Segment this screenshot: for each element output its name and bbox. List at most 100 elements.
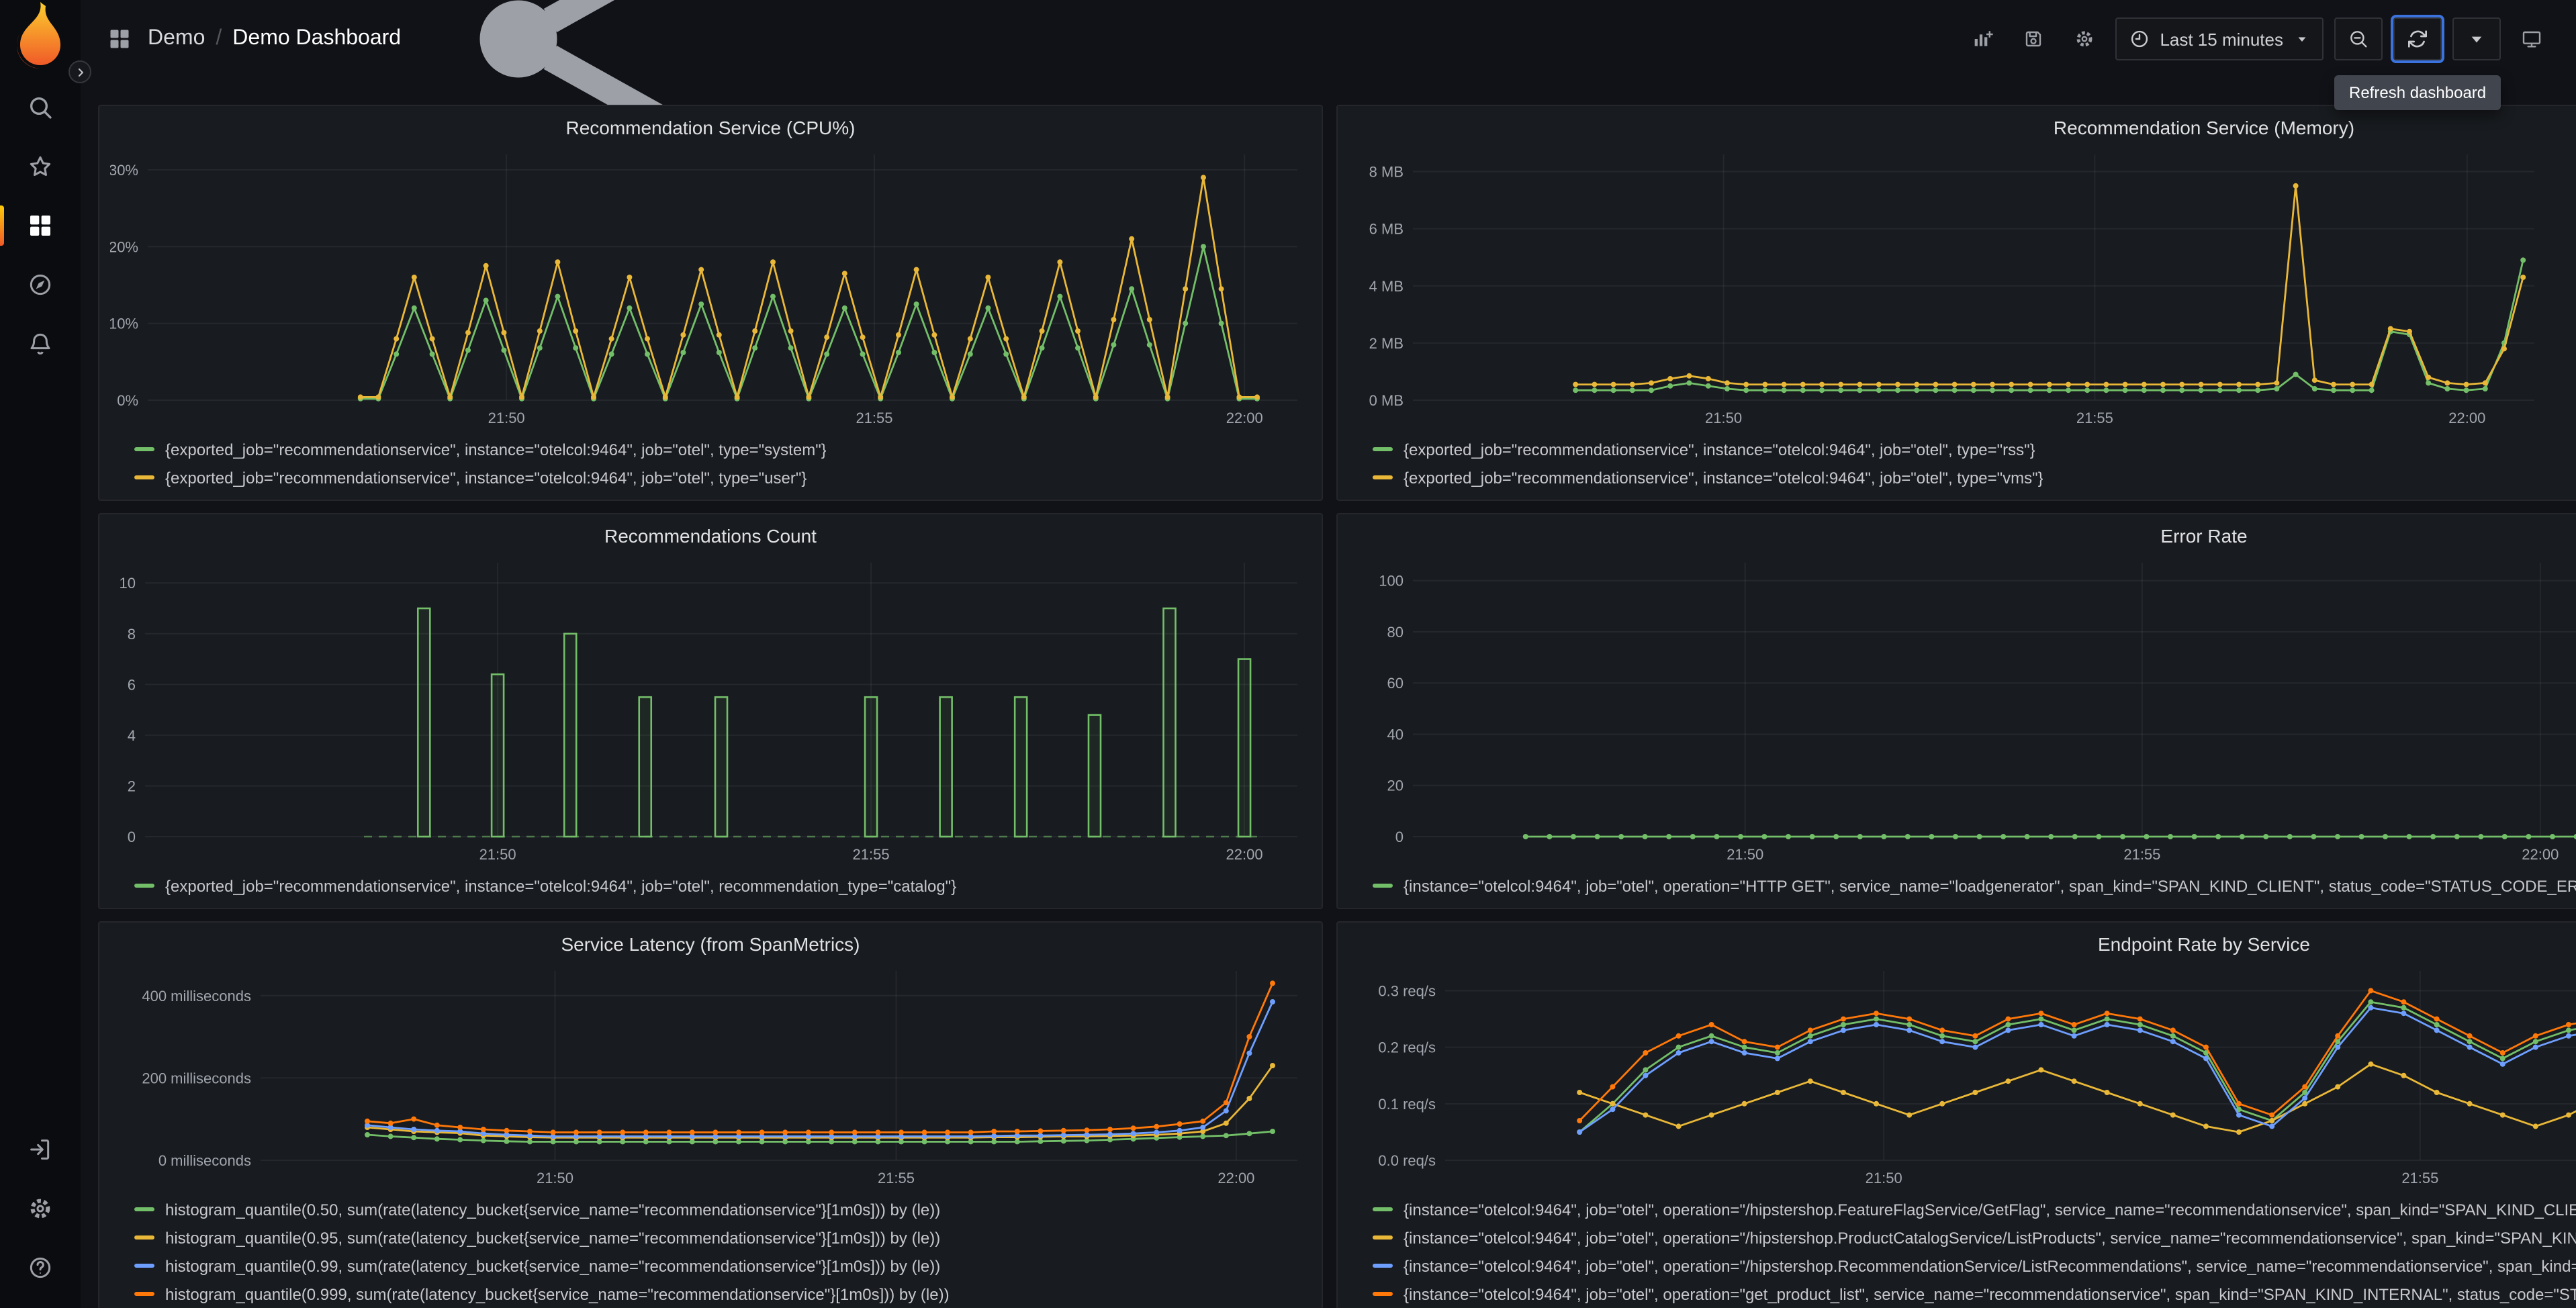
legend-item[interactable]: histogram_quantile(0.999, sum(rate(laten… [134, 1280, 1311, 1308]
chart-recommendation-memory[interactable]: 21:50 21:55 22:00 0 MB 2 MB 4 MB 6 MB 8 MB [1348, 144, 2576, 432]
sidebar-item-alerting[interactable] [0, 314, 81, 373]
chart-endpoint-rate[interactable]: 21:5021:5522:000.0 req/s0.1 req/s0.2 req… [1348, 960, 2576, 1193]
legend-item[interactable]: {instance="otelcol:9464", job="otel", op… [1373, 1195, 2576, 1223]
panel-legend: {exported_job="recommendationservice", i… [110, 432, 1311, 494]
svg-text:21:55: 21:55 [2123, 846, 2160, 863]
chart-service-latency[interactable]: 21:50 21:55 22:00 0 milliseconds 200 millise… [110, 960, 1311, 1193]
apps-icon[interactable] [107, 27, 132, 51]
sidebar-item-help[interactable] [0, 1238, 81, 1297]
search-minus-icon [2348, 28, 2369, 50]
svg-text:21:55: 21:55 [856, 410, 892, 426]
svg-text:0 milliseconds: 0 milliseconds [158, 1152, 251, 1169]
sidebar-item-starred[interactable] [0, 137, 81, 196]
panel-title[interactable]: Recommendations Count [110, 520, 1311, 552]
chart-svg: 21:50 21:55 22:00 0% 10% 20% 30% [110, 154, 1297, 426]
panel-legend: {exported_job="recommendationservice", i… [110, 869, 1311, 902]
compass-icon [27, 271, 54, 298]
chart-svg: 21:50 21:55 22:00 0 milliseconds 200 millise… [142, 971, 1297, 1186]
svg-text:21:50: 21:50 [488, 410, 525, 426]
panel-title[interactable]: Recommendation Service (Memory) [1348, 111, 2576, 144]
chart-recommendation-cpu[interactable]: 21:50 21:55 22:00 0% 10% 20% 30% [110, 144, 1311, 432]
svg-text:2: 2 [128, 778, 136, 794]
legend-label: {instance="otelcol:9464", job="otel", op… [1404, 876, 2576, 895]
apps-icon [27, 212, 54, 239]
legend-item[interactable]: {instance="otelcol:9464", job="otel", op… [1373, 1223, 2576, 1252]
legend-item[interactable]: histogram_quantile(0.50, sum(rate(latenc… [134, 1195, 1311, 1223]
sidebar-item-search[interactable] [0, 78, 81, 137]
legend-item[interactable]: {exported_job="recommendationservice", i… [1373, 463, 2576, 492]
sidebar [0, 0, 81, 1308]
refresh-interval-picker-button[interactable] [2452, 17, 2501, 60]
legend-item[interactable]: {exported_job="recommendationservice", i… [134, 872, 1311, 900]
svg-text:21:50: 21:50 [1866, 1170, 1902, 1186]
panel-title[interactable]: Error Rate [1348, 520, 2576, 552]
panel-legend: {exported_job="recommendationservice", i… [1348, 432, 2576, 494]
refresh-dashboard-button[interactable] [2393, 17, 2442, 60]
save-dashboard-button[interactable] [2013, 17, 2054, 60]
sidebar-item-explore[interactable] [0, 255, 81, 314]
svg-text:22:00: 22:00 [2522, 846, 2559, 863]
legend-item[interactable]: {exported_job="recommendationservice", i… [134, 435, 1311, 463]
clock-icon [2129, 28, 2150, 50]
breadcrumb-dashboard[interactable]: Demo Dashboard [232, 27, 401, 51]
legend-item[interactable]: {instance="otelcol:9464", job="otel", op… [1373, 1280, 2576, 1308]
time-range-picker-label: Last 15 minutes [2160, 29, 2283, 49]
legend-item[interactable]: histogram_quantile(0.95, sum(rate(latenc… [134, 1223, 1311, 1252]
grafana-app: Demo / Demo Dashboard Last 15 minutes Re… [0, 0, 2576, 1308]
dashboard-settings-button[interactable] [2064, 17, 2105, 60]
dashboard-header: Demo / Demo Dashboard Last 15 minutes [81, 0, 2576, 187]
time-range-picker-button[interactable]: Last 15 minutes [2115, 17, 2324, 60]
svg-text:21:50: 21:50 [537, 1170, 573, 1186]
star-icon [27, 153, 54, 180]
legend-swatch [1373, 884, 1393, 888]
sidebar-nav-top [0, 78, 81, 373]
chart-error-rate[interactable]: 21:50 21:55 22:00 0 20 40 60 80 100 [1348, 552, 2576, 869]
svg-text:0.2 req/s: 0.2 req/s [1378, 1039, 1436, 1056]
legend-label: {instance="otelcol:9464", job="otel", op… [1404, 1284, 2576, 1303]
panel-title[interactable]: Service Latency (from SpanMetrics) [110, 928, 1311, 960]
header-actions: Last 15 minutes [1951, 17, 2552, 60]
monitor-icon [2521, 28, 2542, 50]
grafana-flame-icon [0, 0, 81, 77]
legend-item[interactable]: {instance="otelcol:9464", job="otel", op… [1373, 1252, 2576, 1280]
add-panel-button[interactable] [1962, 17, 2003, 60]
panel-title[interactable]: Endpoint Rate by Service [1348, 928, 2576, 960]
breadcrumb-separator: / [216, 27, 222, 50]
legend-label: {instance="otelcol:9464", job="otel", op… [1404, 1200, 2576, 1219]
legend-item[interactable]: histogram_quantile(0.99, sum(rate(latenc… [134, 1252, 1311, 1280]
sidebar-item-configuration[interactable] [0, 1179, 81, 1238]
legend-label: histogram_quantile(0.50, sum(rate(latenc… [165, 1200, 941, 1219]
grafana-logo-icon[interactable] [0, 0, 81, 73]
sidebar-nav-bottom [0, 1120, 81, 1308]
panel-title[interactable]: Recommendation Service (CPU%) [110, 111, 1311, 144]
legend-label: histogram_quantile(0.99, sum(rate(latenc… [165, 1256, 941, 1275]
svg-text:21:55: 21:55 [853, 846, 890, 863]
sidebar-expand-button[interactable] [68, 60, 91, 83]
sidebar-item-dashboards[interactable] [0, 196, 81, 255]
save-icon [2023, 28, 2044, 50]
legend-item[interactable]: {exported_job="recommendationservice", i… [1373, 435, 2576, 463]
sidebar-item-sign-in[interactable] [0, 1120, 81, 1179]
legend-label: {exported_job="recommendationservice", i… [165, 468, 807, 487]
legend-label: histogram_quantile(0.999, sum(rate(laten… [165, 1284, 950, 1303]
legend-item[interactable]: {exported_job="recommendationservice", i… [134, 463, 1311, 492]
svg-text:20: 20 [1387, 778, 1404, 794]
svg-text:400 milliseconds: 400 milliseconds [142, 988, 251, 1005]
svg-text:6 MB: 6 MB [1369, 221, 1404, 238]
main-area: Demo / Demo Dashboard Last 15 minutes Re… [81, 0, 2576, 1308]
legend-swatch [1373, 475, 1393, 479]
zoom-out-time-range-button[interactable] [2334, 17, 2383, 60]
tv-mode-button[interactable] [2512, 17, 2552, 60]
chart-recommendations-count[interactable]: 21:50 21:55 22:00 0 2 4 6 8 10 [110, 552, 1311, 869]
svg-text:22:00: 22:00 [1226, 846, 1263, 863]
chart-svg: 21:50 21:55 22:00 0 2 4 6 8 10 [120, 563, 1297, 863]
chart-svg: 21:5021:5522:000.0 req/s0.1 req/s0.2 req… [1378, 971, 2576, 1186]
breadcrumb-folder[interactable]: Demo [148, 27, 205, 51]
signin-icon [27, 1136, 54, 1163]
legend-label: {exported_job="recommendationservice", i… [1404, 468, 2043, 487]
panel-recommendations-count: Recommendations Count 21:50 21:55 22:00 0 2 4… [98, 513, 1323, 909]
legend-item[interactable]: {instance="otelcol:9464", job="otel", op… [1373, 872, 2576, 900]
panel-endpoint-rate: Endpoint Rate by Service 21:5021:5522:00… [1336, 921, 2576, 1308]
legend-swatch [134, 475, 154, 479]
